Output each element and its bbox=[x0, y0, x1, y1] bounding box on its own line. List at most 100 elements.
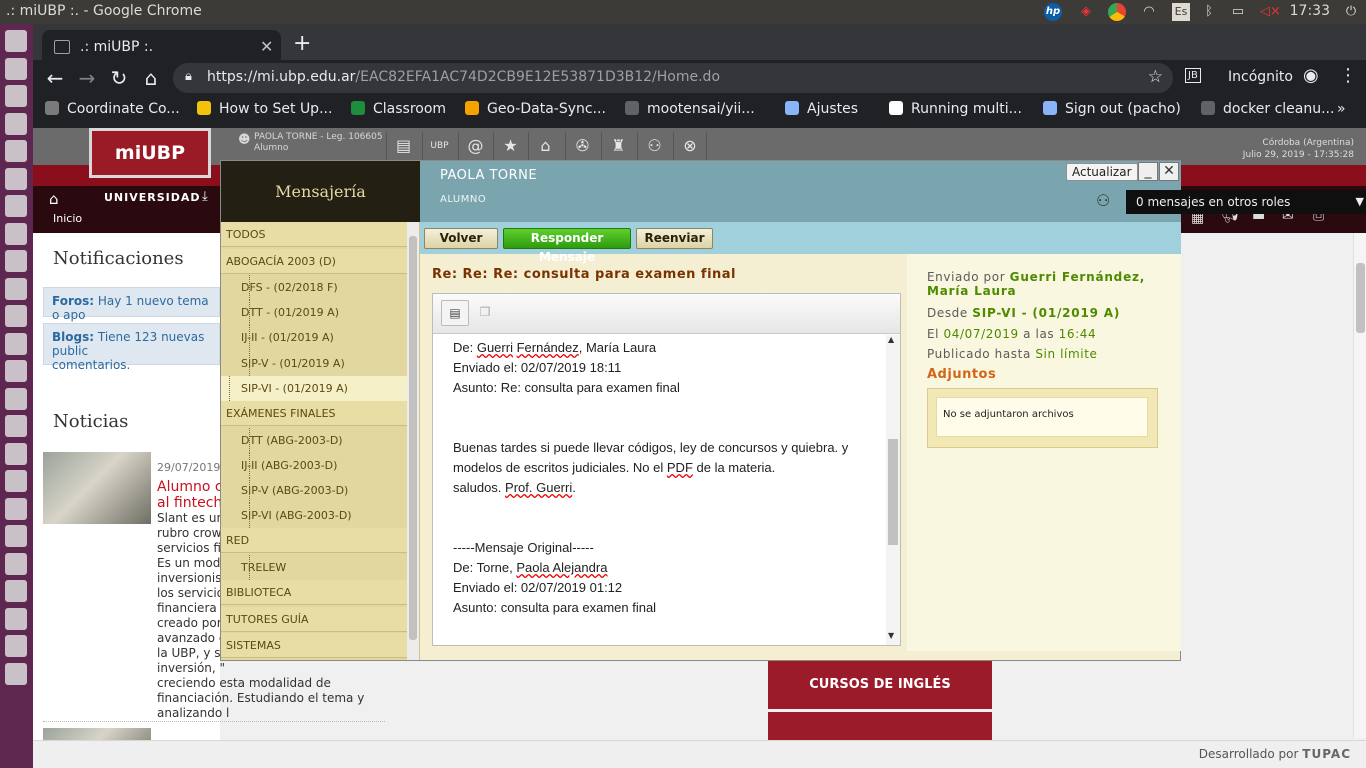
copy-icon[interactable]: ❐ bbox=[471, 300, 499, 326]
folder-item[interactable]: SIP-V - (01/2019 A) bbox=[241, 350, 407, 376]
bookmark-item[interactable]: docker cleanu... bbox=[1201, 101, 1334, 117]
store-icon[interactable] bbox=[5, 222, 27, 245]
menu-icon[interactable]: ⋮ bbox=[1339, 65, 1357, 86]
folder-item[interactable]: DTT (ABG-2003-D) bbox=[241, 427, 407, 453]
volume-muted-icon[interactable]: ◁× bbox=[1260, 3, 1281, 21]
image-icon[interactable] bbox=[5, 250, 27, 272]
new-tab-button[interactable]: + bbox=[293, 31, 311, 56]
clock[interactable]: 17:33 bbox=[1290, 3, 1330, 19]
calendar-icon[interactable] bbox=[5, 195, 27, 217]
email-icon[interactable]: @ bbox=[458, 132, 492, 160]
trophy-icon[interactable]: ♜ bbox=[601, 132, 635, 160]
hp-icon[interactable]: hp bbox=[1044, 3, 1062, 21]
files-icon[interactable] bbox=[5, 57, 27, 80]
bookmark-item[interactable]: Classroom bbox=[351, 101, 446, 117]
folder-category[interactable]: ABOGACÍA 2003 (D) bbox=[221, 248, 407, 274]
reply-button[interactable]: Responder Mensaje bbox=[503, 228, 631, 264]
alert-icon[interactable]: ◈ bbox=[1077, 3, 1095, 21]
news-headline-1[interactable]: Alumno cr bbox=[157, 479, 228, 495]
bookmark-item[interactable]: Sign out (pacho) bbox=[1043, 101, 1181, 117]
wifi-icon[interactable]: ◠ bbox=[1140, 3, 1158, 21]
folder-category[interactable]: EXÁMENES FINALES bbox=[221, 401, 407, 426]
chrome-icon[interactable] bbox=[5, 112, 27, 135]
nav-home-link[interactable]: Inicio bbox=[53, 212, 82, 225]
settings-icon[interactable] bbox=[5, 30, 27, 52]
folder-item[interactable]: TRELEW bbox=[241, 554, 407, 580]
incognito-icon[interactable]: ◉ bbox=[1303, 65, 1319, 86]
trash-icon[interactable] bbox=[5, 662, 27, 685]
docs-icon[interactable] bbox=[5, 140, 27, 162]
update-button[interactable]: Actualizar bbox=[1066, 163, 1138, 181]
folder-scrollbar[interactable] bbox=[407, 222, 419, 660]
id-card-icon[interactable]: ▤ bbox=[386, 132, 420, 160]
folder-scrollbar-thumb[interactable] bbox=[409, 236, 417, 640]
lock-icon[interactable]: 🔒︎ bbox=[185, 69, 192, 84]
folder-item[interactable]: DFS - (02/2018 F) bbox=[241, 275, 407, 300]
bookmark-star-icon[interactable]: ☆ bbox=[1148, 67, 1163, 87]
address-bar[interactable]: 🔒︎ https://mi.ubp.edu.ar/EAC82EFA1AC74D2… bbox=[173, 63, 1173, 93]
bookmark-item[interactable]: Geo-Data-Sync... bbox=[465, 101, 606, 117]
forward-icon[interactable]: → bbox=[75, 66, 99, 90]
folder-item[interactable]: IJ-II - (01/2019 A) bbox=[241, 325, 407, 351]
folder-item[interactable]: SIP-VI (ABG-2003-D) bbox=[241, 503, 407, 529]
home-nav-icon[interactable]: ⌂ bbox=[49, 190, 59, 208]
calc-icon[interactable] bbox=[5, 635, 27, 657]
network-icon[interactable] bbox=[5, 525, 27, 547]
close-session-icon[interactable]: ⊗ bbox=[673, 132, 707, 160]
cube-icon[interactable] bbox=[5, 415, 27, 437]
mail-icon[interactable] bbox=[5, 442, 27, 465]
folder-category[interactable]: BIBLIOTECA bbox=[221, 580, 407, 605]
message-body[interactable]: De: Guerri Fernández, María Laura Enviad… bbox=[453, 338, 878, 618]
box-icon[interactable] bbox=[5, 332, 27, 355]
hp-icon[interactable] bbox=[5, 470, 27, 492]
message-scrollbar-thumb[interactable] bbox=[888, 439, 898, 545]
folder-category[interactable]: TODOS bbox=[221, 222, 407, 247]
page-scrollbar-thumb[interactable] bbox=[1356, 263, 1365, 333]
folder-item[interactable]: SIP-V (ABG-2003-D) bbox=[241, 477, 407, 503]
folder-item[interactable]: IJ-II (ABG-2003-D) bbox=[241, 452, 407, 478]
download-icon[interactable]: ⤓ bbox=[202, 189, 208, 204]
close-modal-icon[interactable]: ✕ bbox=[1159, 162, 1179, 181]
incognito-label[interactable]: Incógnito bbox=[1228, 69, 1293, 85]
ubp-icon[interactable]: UBP bbox=[422, 132, 456, 160]
favorites-icon[interactable]: ★ bbox=[493, 132, 527, 160]
url-text[interactable]: https://mi.ubp.edu.ar/EAC82EFA1AC74D2CB9… bbox=[207, 69, 720, 85]
minimize-icon[interactable]: _ bbox=[1138, 162, 1158, 181]
camera-icon[interactable]: ⌂ bbox=[528, 132, 562, 160]
word-icon[interactable] bbox=[5, 580, 27, 602]
more-bookmarks-icon[interactable]: » bbox=[1337, 101, 1346, 117]
battery-icon[interactable]: ▭ bbox=[1226, 3, 1250, 21]
news-image[interactable] bbox=[43, 452, 151, 524]
roles-select[interactable]: 0 mensajes en otros roles ▼ bbox=[1126, 190, 1366, 214]
bookmark-item[interactable]: Running multi... bbox=[889, 101, 1022, 117]
bookmark-item[interactable]: mootensai/yii... bbox=[625, 101, 755, 117]
forward-button[interactable]: Reenviar bbox=[636, 228, 713, 249]
back-button[interactable]: Volver bbox=[424, 228, 498, 249]
close-tab-icon[interactable]: ✕ bbox=[260, 37, 273, 56]
blogs-notification[interactable]: Blogs: Tiene 123 nuevas public comentario… bbox=[43, 323, 220, 372]
back-icon[interactable]: ← bbox=[43, 66, 67, 90]
power-icon[interactable]: ⏻ bbox=[1342, 3, 1360, 21]
amazon-icon[interactable] bbox=[5, 167, 27, 190]
bookmark-item[interactable]: Coordinate Co... bbox=[45, 101, 180, 117]
reload-icon[interactable]: ↻ bbox=[107, 66, 131, 90]
news-headline-2[interactable]: al fintech bbox=[157, 495, 222, 511]
usb-icon[interactable] bbox=[5, 607, 27, 630]
tools-icon[interactable]: ✇ bbox=[565, 132, 599, 160]
extension-jb-icon[interactable]: JB bbox=[1185, 68, 1201, 83]
folder-category[interactable]: TUTORES GUÍA bbox=[221, 606, 407, 632]
message-scrollbar[interactable] bbox=[886, 335, 900, 645]
presentation-icon[interactable] bbox=[5, 277, 27, 300]
chrome-tray-icon[interactable] bbox=[1108, 3, 1126, 21]
browser-tab[interactable]: .: miUBP :. ✕ bbox=[42, 30, 281, 64]
english-courses-banner[interactable]: CURSOS DE INGLÉS bbox=[768, 661, 992, 709]
firefox-icon[interactable] bbox=[5, 85, 27, 107]
folder-item[interactable]: DTT - (01/2019 A) bbox=[241, 300, 407, 326]
shield-icon[interactable] bbox=[5, 552, 27, 575]
scroll-down-icon[interactable]: ▼ bbox=[888, 631, 894, 640]
printer-icon[interactable] bbox=[5, 360, 27, 382]
bluetooth-icon[interactable]: ᛒ bbox=[1200, 3, 1218, 21]
forum-notification[interactable]: Foros: Hay 1 nuevo tema o apo bbox=[43, 287, 220, 322]
spreadsheet-icon[interactable] bbox=[5, 305, 27, 327]
terminal-icon[interactable] bbox=[5, 497, 27, 520]
